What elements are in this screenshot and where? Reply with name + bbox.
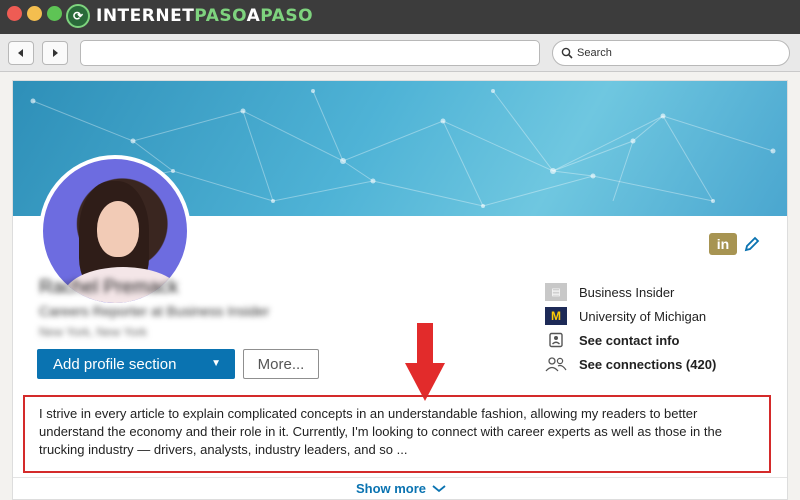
contact-card-icon — [545, 331, 567, 349]
back-arrow-icon — [18, 49, 23, 57]
profile-card: in Rachel Premack Careers Reporter at Bu… — [12, 80, 788, 500]
add-profile-section-label: Add profile section — [53, 355, 177, 373]
profile-location: New York, New York — [39, 325, 148, 339]
address-bar[interactable] — [80, 40, 540, 66]
window-titlebar: ⟳ INTERNETPASOAPASO — [0, 0, 800, 34]
logo-part-3: A — [246, 6, 261, 26]
more-button[interactable]: More... — [243, 349, 319, 379]
profile-name: Rachel Premack — [39, 277, 179, 298]
minimize-window-button[interactable] — [27, 6, 42, 21]
connections-link[interactable]: See connections (420) — [545, 353, 716, 375]
people-icon — [545, 355, 567, 373]
company-logo-icon: ▤ — [545, 283, 567, 301]
maximize-window-button[interactable] — [47, 6, 62, 21]
school-name: University of Michigan — [579, 308, 707, 324]
red-down-arrow-annotation — [405, 323, 445, 401]
current-company-link[interactable]: ▤ Business Insider — [545, 281, 674, 303]
search-icon — [561, 47, 573, 59]
add-profile-section-button[interactable]: Add profile section ▼ — [37, 349, 235, 379]
contact-info-label: See contact info — [579, 332, 680, 348]
logo-part-2: PASO — [194, 6, 247, 26]
about-text: I strive in every article to explain com… — [39, 406, 722, 457]
site-logo: ⟳ INTERNETPASOAPASO — [66, 3, 313, 29]
connections-label: See connections (420) — [579, 356, 717, 372]
forward-arrow-icon — [53, 49, 58, 57]
show-more-button[interactable]: Show more — [13, 477, 787, 499]
back-button[interactable] — [8, 41, 34, 65]
education-link[interactable]: M University of Michigan — [545, 305, 706, 327]
close-window-button[interactable] — [7, 6, 22, 21]
logo-text: INTERNETPASOAPASO — [96, 6, 313, 26]
logo-icon: ⟳ — [66, 4, 90, 28]
linkedin-icon[interactable]: in — [709, 233, 737, 255]
chevron-down-icon — [432, 484, 446, 492]
about-section: I strive in every article to explain com… — [23, 395, 771, 473]
avatar-face — [97, 201, 139, 257]
logo-part-4: PASO — [260, 6, 314, 26]
search-placeholder: Search — [577, 47, 612, 59]
company-name: Business Insider — [579, 284, 675, 300]
page-content: in Rachel Premack Careers Reporter at Bu… — [0, 72, 800, 500]
chevron-down-icon: ▼ — [211, 358, 221, 369]
forward-button[interactable] — [42, 41, 68, 65]
profile-headline: Careers Reporter at Business Insider — [39, 303, 270, 319]
browser-search-input[interactable]: Search — [552, 40, 790, 66]
university-logo-icon: M — [545, 307, 567, 325]
contact-info-link[interactable]: See contact info — [545, 329, 679, 351]
browser-toolbar: Search — [0, 34, 800, 72]
show-more-label: Show more — [355, 481, 427, 496]
logo-part-1: INTERNET — [96, 6, 195, 26]
edit-pencil-icon[interactable] — [743, 235, 761, 253]
